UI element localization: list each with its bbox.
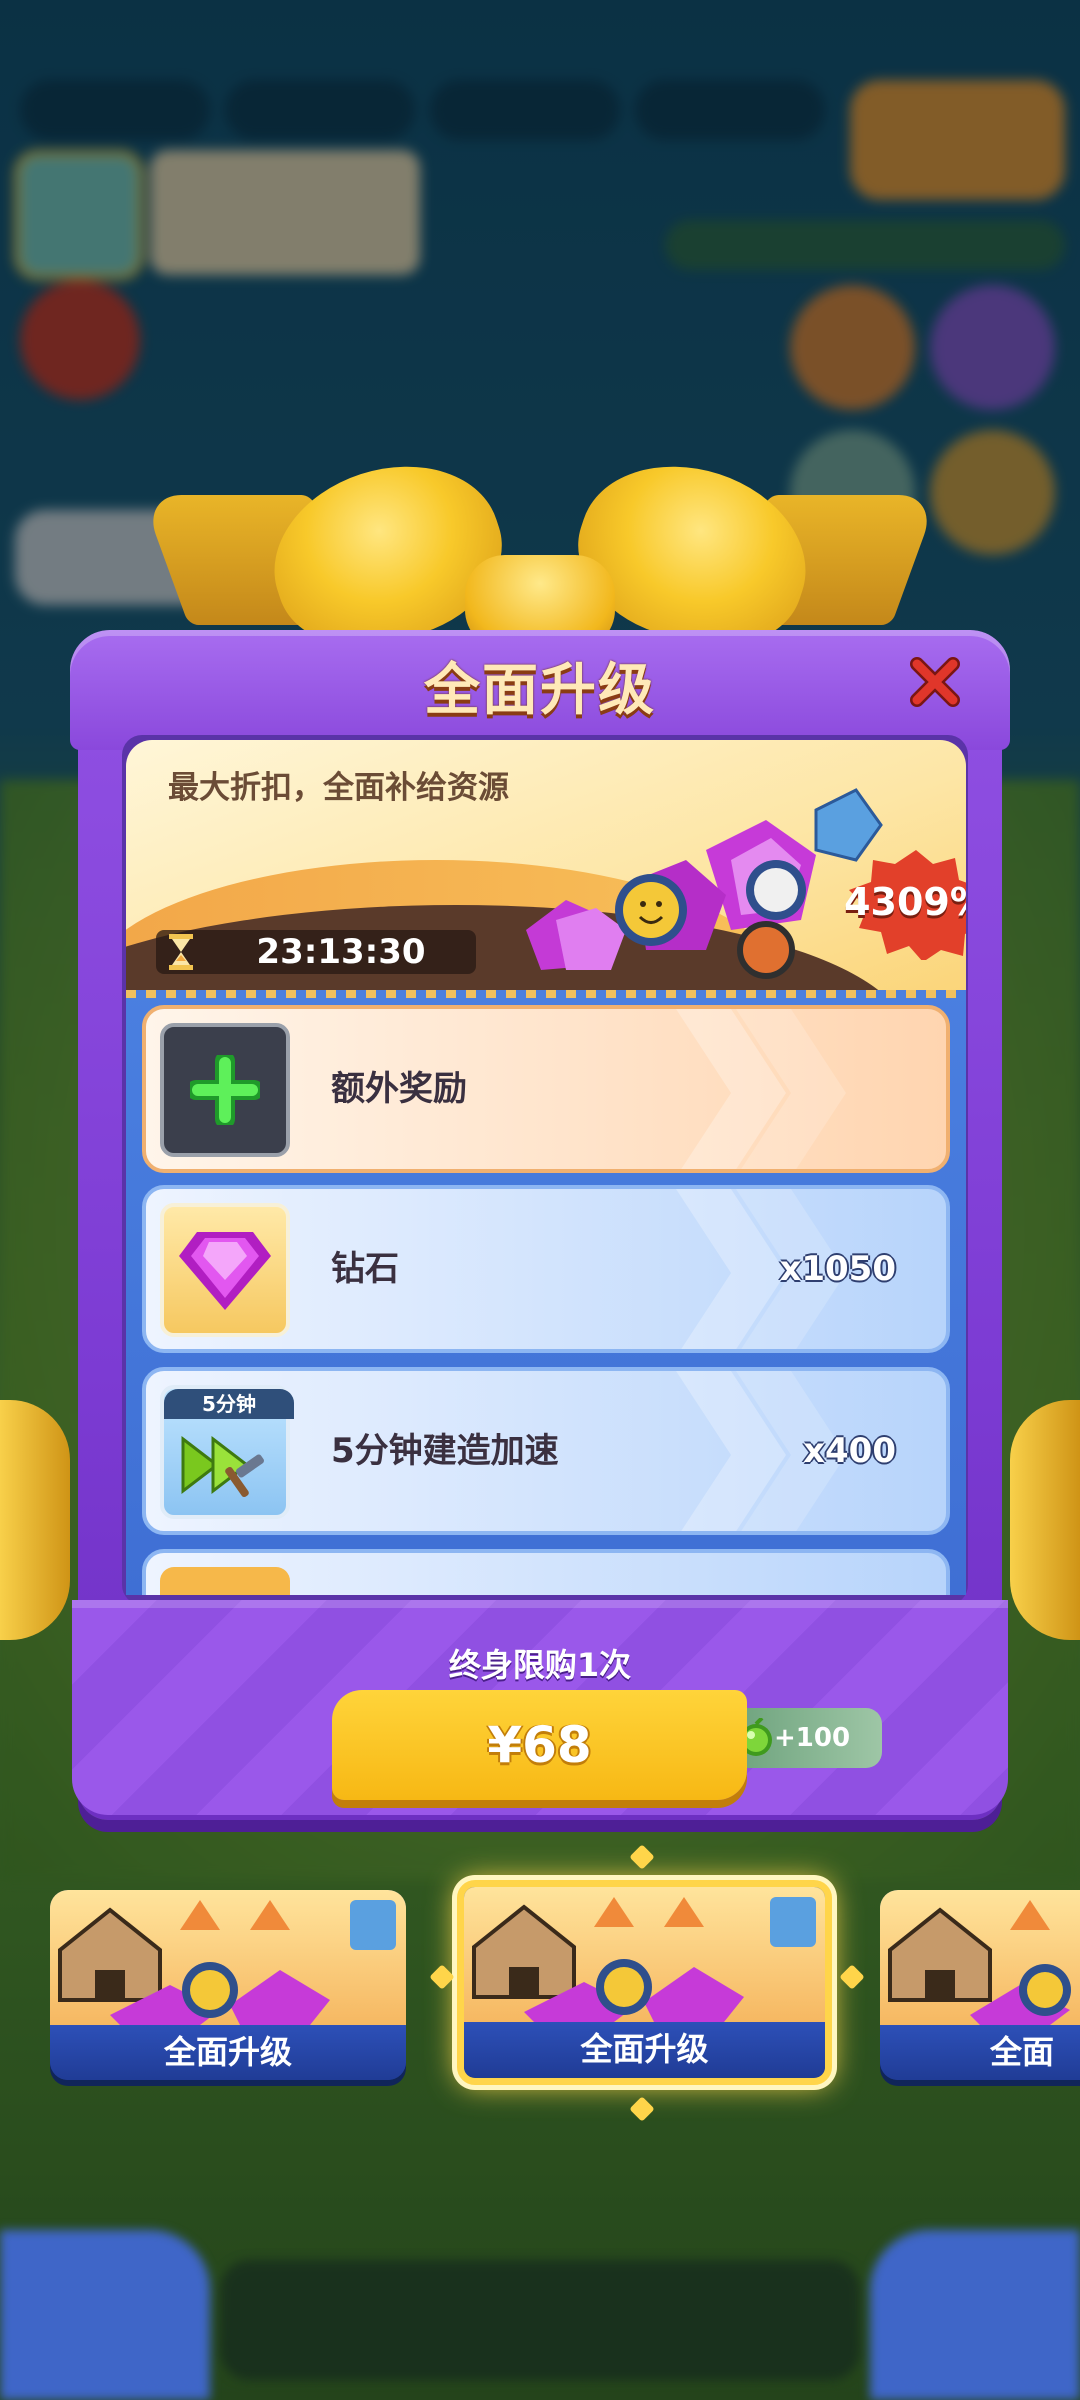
build-speedup-icon: 5分钟 — [160, 1385, 294, 1519]
reward-icon — [160, 1567, 290, 1595]
offer-card-label: 全面升级 — [50, 2025, 406, 2080]
offer-card-image — [50, 1890, 406, 2025]
price-label: ¥68 — [487, 1716, 592, 1774]
countdown-timer: 23:13:30 — [156, 930, 476, 974]
speedup-duration-tag: 5分钟 — [164, 1389, 294, 1419]
offer-card-image — [880, 1890, 1080, 2025]
plus-icon — [160, 1023, 290, 1157]
discount-badge: 4309% — [841, 850, 966, 962]
list-item: 钻石 x1050 — [142, 1185, 950, 1353]
list-item — [142, 1549, 950, 1595]
list-item: 额外奖励 — [142, 1005, 950, 1173]
bottom-nav — [0, 2220, 1080, 2400]
offer-card-label: 全面升 — [880, 2025, 1080, 2080]
close-icon — [910, 657, 960, 707]
offer-card[interactable]: 全面升 — [880, 1890, 1080, 2080]
reward-list[interactable]: 额外奖励 钻石 x1050 5分钟 5分钟建造加速 x400 — [126, 990, 966, 1595]
buy-button[interactable]: ¥68 — [332, 1690, 747, 1800]
nav-button — [0, 2230, 210, 2400]
ribbon-left — [0, 1400, 70, 1640]
hourglass-icon — [156, 934, 206, 970]
reward-quantity: x400 — [803, 1431, 896, 1471]
offer-banner: 最大折扣，全面补给资源 23:13:30 4309% — [126, 740, 966, 990]
offer-card-selected[interactable]: 全面升级 — [457, 1880, 832, 2085]
close-button[interactable] — [905, 652, 965, 712]
list-item: 5分钟 5分钟建造加速 x400 — [142, 1367, 950, 1535]
timer-text: 23:13:30 — [256, 932, 426, 972]
bonus-points-text: +100 — [774, 1723, 851, 1753]
chat-bar — [220, 2260, 860, 2380]
offer-card-image — [464, 1887, 825, 2022]
offer-card-label: 全面升级 — [464, 2022, 825, 2077]
nav-button — [870, 2230, 1080, 2400]
list-edge — [126, 990, 966, 998]
reward-label: 5分钟建造加速 — [331, 1431, 559, 1471]
purchase-limit-text: 终身限购1次 — [448, 1646, 632, 1684]
offer-card[interactable]: 全面升级 — [50, 1890, 406, 2080]
discount-text: 4309% — [844, 880, 966, 924]
banner-subtitle: 最大折扣，全面补给资源 — [168, 770, 509, 806]
diamond-icon — [160, 1203, 290, 1337]
reward-label: 额外奖励 — [331, 1069, 467, 1109]
reward-label: 钻石 — [331, 1249, 399, 1289]
reward-quantity: x1050 — [779, 1249, 896, 1289]
ribbon-right — [1010, 1400, 1080, 1640]
